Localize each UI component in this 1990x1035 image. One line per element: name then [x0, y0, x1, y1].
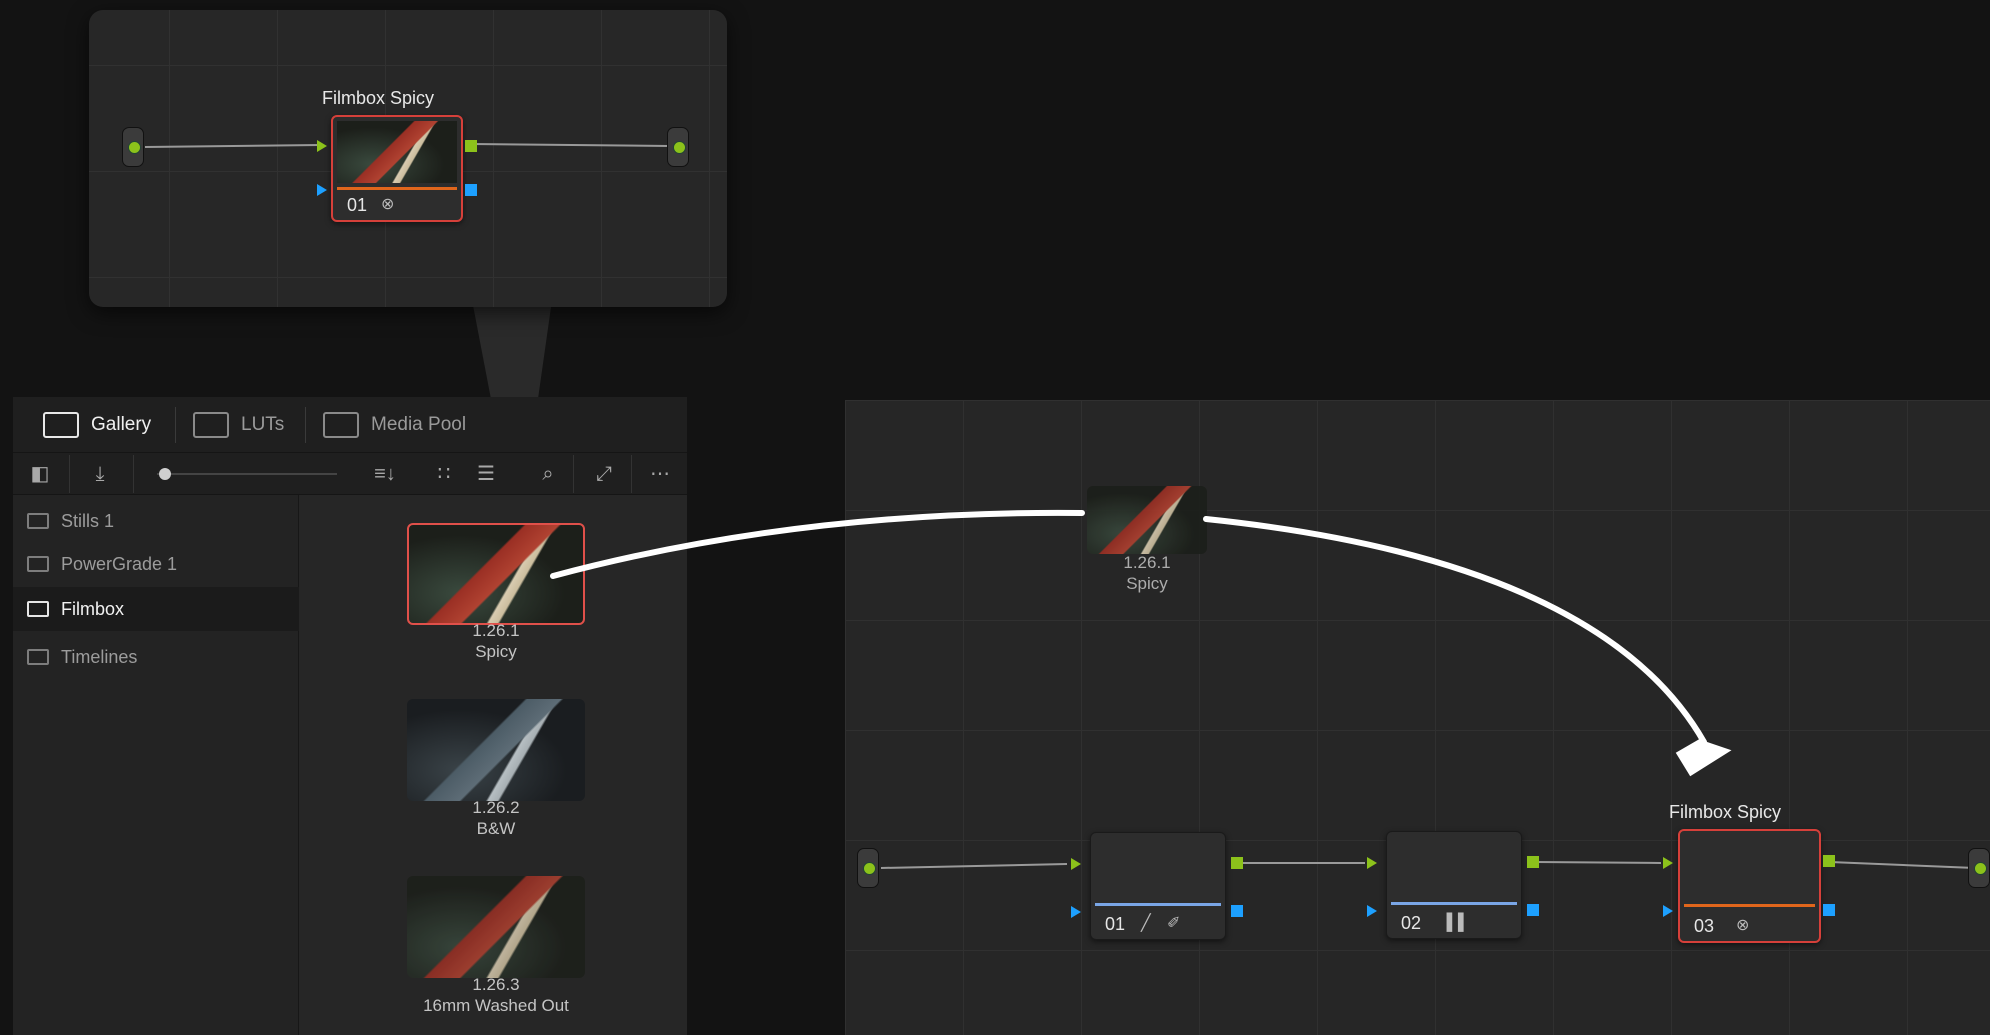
popup-source-input[interactable]	[122, 127, 144, 167]
tab-label: Gallery	[91, 414, 152, 435]
node-status-bar	[337, 187, 457, 190]
source-input[interactable]	[857, 848, 879, 888]
still-id: 1.26.1	[1123, 553, 1171, 572]
popup-input-port-alpha[interactable]	[317, 184, 327, 196]
grid-view-icon[interactable]: ∷	[431, 461, 457, 487]
node-03[interactable]: 03 ⊗	[1678, 829, 1821, 943]
album-timelines[interactable]: Timelines	[13, 635, 299, 679]
sidebar-toggle-icon[interactable]: ◧	[27, 461, 53, 487]
toolbar-divider	[69, 455, 70, 493]
qualifier-icon: ✐	[1167, 915, 1181, 932]
album-icon	[27, 513, 49, 529]
still-id: 1.26.1	[472, 621, 520, 640]
album-filmbox[interactable]: Filmbox	[13, 587, 299, 631]
fx-icon: ⊗	[381, 196, 395, 213]
album-list: Stills 1 PowerGrade 1 Filmbox Timelines	[13, 495, 299, 1035]
node-graph[interactable]: 1.26.1 Spicy 01 ╱ ✐ 02 ▐▐ Filmbox Spicy …	[845, 400, 1990, 1035]
tab-divider	[305, 407, 306, 443]
bars-icon: ▐▐	[1441, 914, 1464, 931]
album-label: Filmbox	[61, 598, 125, 619]
popup-node-01[interactable]: 01 ⊗	[331, 115, 463, 222]
still-caption: 1.26.3 16mm Washed Out	[386, 974, 606, 1016]
luts-icon	[193, 412, 229, 438]
node-thumbnail	[337, 121, 457, 183]
node-03-input-alpha[interactable]	[1663, 905, 1673, 917]
node-02-input-alpha[interactable]	[1367, 905, 1377, 917]
curves-icon: ╱	[1141, 915, 1151, 932]
album-icon	[27, 556, 49, 572]
tab-divider	[175, 407, 176, 443]
still-1-26-2[interactable]	[407, 699, 585, 801]
node-01-input-rgb[interactable]	[1071, 858, 1081, 870]
tab-gallery[interactable]: Gallery	[43, 411, 151, 439]
still-name: Spicy	[1126, 574, 1168, 593]
still-name: B&W	[476, 819, 516, 838]
popup-output-port-rgb[interactable]	[465, 140, 477, 152]
dragged-still-caption: 1.26.1 Spicy	[1037, 552, 1257, 594]
node-number: 03	[1694, 916, 1715, 936]
node-02-output-rgb[interactable]	[1527, 856, 1539, 868]
still-1-26-1[interactable]	[407, 523, 585, 625]
node-02-output-alpha[interactable]	[1527, 904, 1539, 916]
node-03-output-rgb[interactable]	[1823, 855, 1835, 867]
node-status-bar	[1095, 903, 1221, 906]
popup-input-port-rgb[interactable]	[317, 140, 327, 152]
popup-output-port-alpha[interactable]	[465, 184, 477, 196]
import-icon[interactable]: ⤓	[87, 461, 113, 487]
gallery-panel: Gallery LUTs Media Pool ◧ ⤓ ≡↓ ∷ ☰ ⌕ ⤢ ⋯…	[13, 397, 687, 1035]
node-01-input-alpha[interactable]	[1071, 906, 1081, 918]
album-label: Stills 1	[61, 510, 115, 531]
sort-icon[interactable]: ≡↓	[369, 461, 401, 487]
media-pool-icon	[323, 412, 359, 438]
still-caption: 1.26.1 Spicy	[386, 620, 606, 662]
album-powergrade-1[interactable]: PowerGrade 1	[13, 542, 299, 586]
timeline-icon	[27, 649, 49, 665]
search-icon[interactable]: ⌕	[535, 461, 561, 487]
node-03-input-rgb[interactable]	[1663, 857, 1673, 869]
panel-tabs: Gallery LUTs Media Pool	[13, 397, 687, 453]
node-number: 02	[1401, 913, 1422, 933]
node-02-input-rgb[interactable]	[1367, 857, 1377, 869]
timeline-output[interactable]	[1968, 848, 1990, 888]
toolbar-divider	[631, 455, 632, 493]
node-01[interactable]: 01 ╱ ✐	[1090, 832, 1226, 940]
node-02[interactable]: 02 ▐▐	[1386, 831, 1522, 939]
gallery-toolbar: ◧ ⤓ ≡↓ ∷ ☰ ⌕ ⤢ ⋯	[13, 453, 687, 495]
tab-label: LUTs	[241, 414, 285, 435]
toolbar-divider	[573, 455, 574, 493]
still-name: 16mm Washed Out	[423, 996, 569, 1015]
toolbar-divider	[133, 455, 134, 493]
node-03-output-alpha[interactable]	[1823, 904, 1835, 916]
node-01-output-alpha[interactable]	[1231, 905, 1243, 917]
node-status-bar	[1391, 902, 1517, 905]
tab-luts[interactable]: LUTs	[193, 411, 284, 439]
node-number: 01	[1105, 914, 1126, 934]
popup-node-label: Filmbox Spicy	[321, 88, 435, 108]
list-view-icon[interactable]: ☰	[473, 461, 499, 487]
more-options-icon[interactable]: ⋯	[645, 461, 675, 487]
dragged-still[interactable]	[1087, 486, 1207, 554]
node-status-bar	[1684, 904, 1815, 907]
album-icon	[27, 601, 49, 617]
node-zoom-popup: Filmbox Spicy 01 ⊗	[89, 10, 727, 307]
tab-label: Media Pool	[371, 414, 467, 435]
zoom-slider-track[interactable]	[157, 473, 337, 475]
album-label: Timelines	[61, 646, 138, 667]
album-label: PowerGrade 1	[61, 553, 178, 574]
zoom-slider-handle[interactable]	[159, 468, 171, 480]
still-id: 1.26.3	[472, 975, 520, 994]
still-name: Spicy	[475, 642, 517, 661]
still-id: 1.26.2	[472, 798, 520, 817]
tab-media-pool[interactable]: Media Pool	[323, 411, 466, 439]
node-01-output-rgb[interactable]	[1231, 857, 1243, 869]
fullscreen-icon[interactable]: ⤢	[591, 461, 617, 487]
fx-icon: ⊗	[1736, 917, 1750, 934]
node-number: 01	[347, 195, 368, 215]
popup-output[interactable]	[667, 127, 689, 167]
still-caption: 1.26.2 B&W	[386, 797, 606, 839]
gallery-icon	[43, 412, 79, 438]
still-1-26-3[interactable]	[407, 876, 585, 978]
node-03-label: Filmbox Spicy	[1668, 802, 1782, 822]
album-stills-1[interactable]: Stills 1	[13, 499, 299, 543]
